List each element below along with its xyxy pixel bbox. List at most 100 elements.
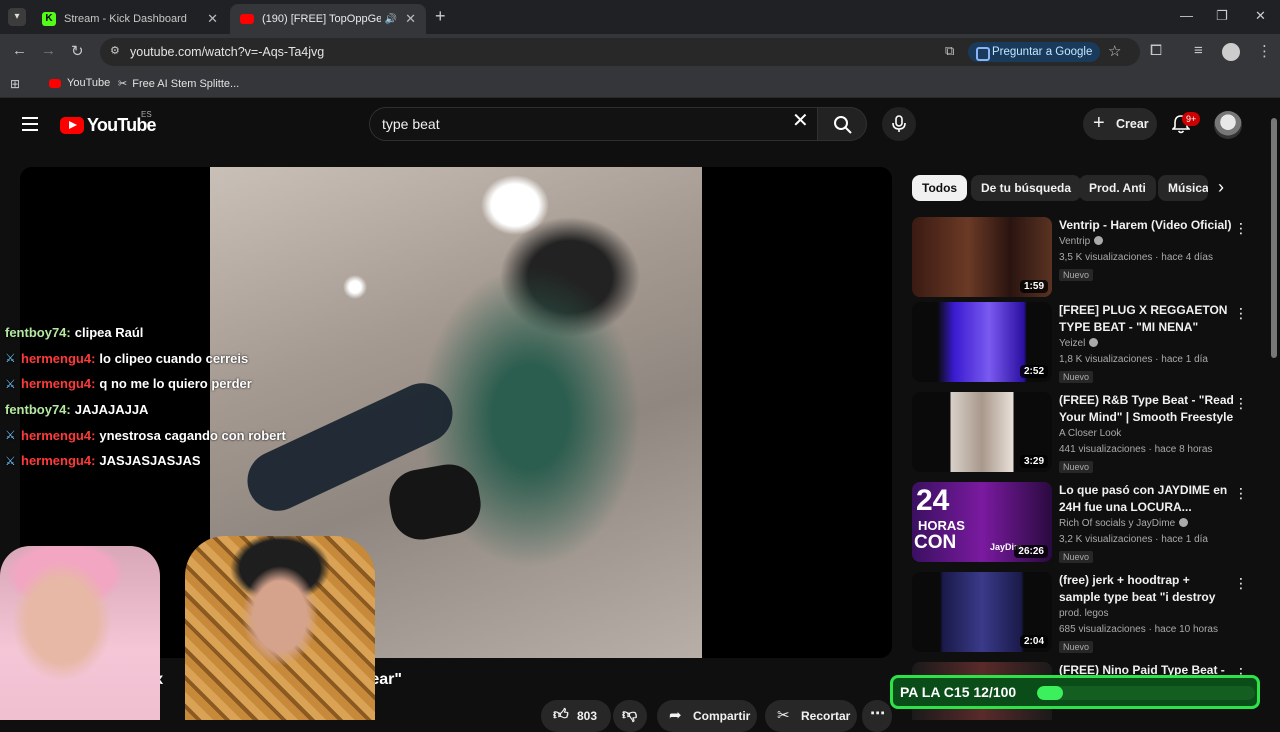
clear-search-icon[interactable]: ✕: [792, 111, 809, 131]
new-badge: Nuevo: [1059, 551, 1094, 563]
video-thumbnail[interactable]: 1:59: [912, 217, 1052, 297]
voice-search-button[interactable]: [882, 107, 916, 141]
chat-username: fentboy74:: [5, 325, 71, 341]
verified-icon: [1094, 236, 1104, 245]
chat-message: fentboy74: clipea Raúl: [5, 320, 335, 346]
chat-message: ⚔ hermengu4: lo clipeo cuando cerreis: [5, 346, 335, 372]
more-actions-button[interactable]: ⋯: [862, 700, 892, 732]
chevron-right-icon[interactable]: ›: [1218, 177, 1224, 198]
profile-avatar[interactable]: [1222, 43, 1240, 61]
video-thumbnail[interactable]: 2:52: [912, 302, 1052, 382]
recommendation-item[interactable]: 2:04 (free) jerk + hoodtrap + sample typ…: [912, 572, 1262, 653]
search-button[interactable]: [817, 107, 867, 141]
reload-icon[interactable]: ↻: [71, 42, 84, 60]
moderator-sword-icon: ⚔: [5, 428, 16, 443]
recommendation-item[interactable]: 24 HORAS CON JayDim 26:26 Lo que pasó co…: [912, 482, 1262, 563]
video-title[interactable]: (free) jerk + hoodtrap + sample type bea…: [1059, 572, 1234, 606]
more-vertical-icon[interactable]: ⋮: [1234, 576, 1248, 590]
chat-text: ynestrosa cagando con robert: [99, 427, 286, 443]
video-title[interactable]: [FREE] PLUG X REGGAETON TYPE BEAT - "MI …: [1059, 302, 1234, 336]
close-tab-icon[interactable]: ✕: [405, 11, 416, 27]
like-button[interactable]: 👍︎ 803: [541, 700, 611, 732]
new-tab-button[interactable]: +: [435, 6, 446, 27]
share-icon: ➦: [669, 707, 682, 724]
page-scrollbar[interactable]: [1268, 100, 1280, 720]
tab-kick-dashboard[interactable]: K Stream - Kick Dashboard ✕: [32, 4, 228, 34]
recommendation-item[interactable]: 2:52 [FREE] PLUG X REGGAETON TYPE BEAT -…: [912, 302, 1262, 383]
chat-message: fentboy74: JAJAJAJJA: [5, 397, 335, 423]
bookmark-youtube[interactable]: YouTube: [49, 77, 110, 89]
scissors-icon: ✂: [777, 707, 790, 724]
extensions-icon[interactable]: ⧠: [1150, 42, 1162, 59]
video-thumbnail[interactable]: 24 HORAS CON JayDim 26:26: [912, 482, 1052, 562]
channel-name[interactable]: Yeizel: [1059, 338, 1099, 349]
install-app-icon[interactable]: ⧉: [945, 43, 954, 59]
scrollbar-thumb[interactable]: [1271, 118, 1277, 358]
account-avatar[interactable]: [1214, 111, 1242, 139]
moderator-sword-icon: ⚔: [5, 453, 16, 468]
forward-icon[interactable]: →: [41, 42, 56, 59]
youtube-header: YouTube ES ✕ + Crear 9+: [0, 100, 1268, 150]
close-window-icon[interactable]: ✕: [1255, 8, 1266, 24]
channel-name[interactable]: prod. legos: [1059, 608, 1108, 619]
browser-toolbar: ← → ↻ ⚙ youtube.com/watch?v=-Aqs-Ta4jvg …: [0, 34, 1280, 70]
tab-youtube-video[interactable]: (190) [FREE] TopOppGen x I 🔊 ✕: [230, 4, 426, 34]
kick-icon: K: [42, 12, 56, 26]
more-vertical-icon[interactable]: ⋮: [1234, 221, 1248, 235]
create-button[interactable]: + Crear: [1083, 108, 1157, 140]
channel-name[interactable]: Rich Of socials y JayDime: [1059, 518, 1189, 529]
channel-name[interactable]: Ventrip: [1059, 236, 1104, 247]
apps-grid-icon[interactable]: ⊞: [10, 77, 20, 91]
chip-todos[interactable]: Todos: [912, 175, 968, 201]
webcam-person-left: [0, 546, 160, 720]
bookmark-stem-splitter[interactable]: ✂ Free AI Stem Splitte...: [118, 77, 239, 91]
more-vertical-icon[interactable]: ⋮: [1234, 396, 1248, 410]
youtube-logo[interactable]: YouTube ES: [60, 110, 157, 136]
youtube-icon: [49, 78, 61, 88]
stem-splitter-icon: ✂: [118, 78, 128, 90]
streamer-webcam: [0, 536, 380, 720]
speaker-icon[interactable]: 🔊: [385, 14, 397, 25]
video-title[interactable]: (FREE) R&B Type Beat - "Read Your Mind" …: [1059, 392, 1234, 426]
microphone-icon: [892, 115, 906, 132]
video-title[interactable]: Ventrip - Harem (Video Oficial): [1059, 217, 1234, 234]
moderator-sword-icon: ⚔: [5, 376, 16, 391]
address-bar[interactable]: ⚙ youtube.com/watch?v=-Aqs-Ta4jvg ⧉ Preg…: [100, 38, 1140, 66]
video-thumbnail[interactable]: 2:04: [912, 572, 1052, 652]
back-icon[interactable]: ←: [12, 42, 27, 59]
video-title[interactable]: Lo que pasó con JAYDIME en 24H fue una L…: [1059, 482, 1234, 516]
minimize-icon[interactable]: —: [1180, 8, 1193, 23]
more-vertical-icon[interactable]: ⋮: [1234, 306, 1248, 320]
notification-count-badge: 9+: [1182, 112, 1201, 126]
more-vertical-icon[interactable]: ⋮: [1234, 486, 1248, 500]
share-button[interactable]: ➦ Compartir: [657, 700, 757, 732]
recommendation-item[interactable]: 3:29 (FREE) R&B Type Beat - "Read Your M…: [912, 392, 1262, 473]
channel-name[interactable]: A Closer Look: [1059, 428, 1121, 439]
chat-text: lo clipeo cuando cerreis: [99, 350, 249, 366]
ask-google-button[interactable]: Preguntar a Google: [968, 42, 1101, 62]
video-thumbnail[interactable]: 3:29: [912, 392, 1052, 472]
chrome-menu-icon[interactable]: ⋮: [1257, 42, 1272, 60]
dislike-button[interactable]: 👎︎: [613, 700, 647, 732]
bookmark-star-icon[interactable]: ☆: [1108, 42, 1121, 60]
country-code: ES: [141, 110, 152, 119]
chip-de-tu-busqueda[interactable]: De tu búsqueda: [971, 175, 1082, 201]
recommendation-item[interactable]: 1:59 Ventrip - Harem (Video Oficial) Ven…: [912, 217, 1262, 297]
chat-message: ⚔ hermengu4: JASJASJASJAS: [5, 448, 335, 474]
thumbnail-text-24: 24: [916, 484, 950, 517]
media-controls-icon[interactable]: ≡: [1194, 42, 1203, 59]
tab-search-icon[interactable]: ▾: [8, 8, 26, 26]
clip-button[interactable]: ✂ Recortar: [765, 700, 857, 732]
close-tab-icon[interactable]: ✕: [207, 11, 218, 27]
restore-icon[interactable]: ❐: [1216, 8, 1228, 24]
plus-icon: +: [1093, 112, 1105, 134]
search-input[interactable]: [382, 116, 762, 132]
browser-tab-strip: ▾ K Stream - Kick Dashboard ✕ (190) [FRE…: [0, 0, 1280, 34]
tab-title: (190) [FREE] TopOppGen x I: [262, 13, 381, 25]
chip-musica[interactable]: Música: [1158, 175, 1208, 201]
chat-username: hermengu4:: [21, 350, 96, 366]
chip-prod-anti[interactable]: Prod. Anti: [1079, 175, 1156, 201]
create-label: Crear: [1116, 117, 1149, 131]
hamburger-menu-icon[interactable]: [22, 117, 38, 131]
site-info-icon[interactable]: ⚙: [110, 44, 120, 57]
